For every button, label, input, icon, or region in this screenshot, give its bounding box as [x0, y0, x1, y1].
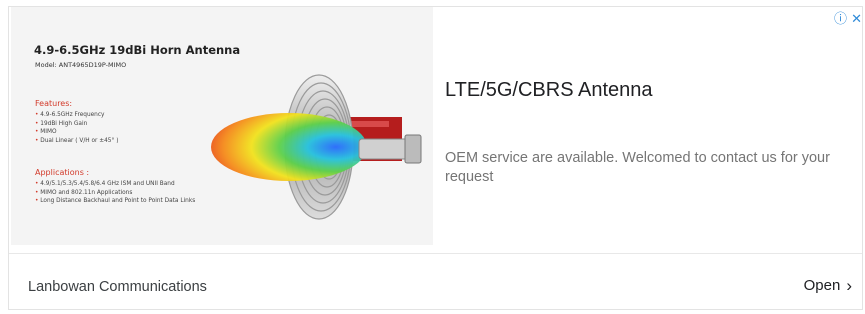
ad-image[interactable]: 4.9-6.5GHz 19dBi Horn Antenna Model: ANT…	[11, 7, 433, 245]
ad-headline[interactable]: LTE/5G/CBRS Antenna	[445, 79, 653, 102]
advertiser-name[interactable]: Lanbowan Communications	[28, 279, 207, 295]
chevron-right-icon: ›	[846, 276, 852, 295]
feature-item: MIMO	[35, 128, 119, 137]
open-button[interactable]: Open ›	[804, 277, 852, 294]
ad-description: OEM service are available. Welcomed to c…	[445, 150, 830, 185]
applications-list: 4.9/5.1/5.3/5.4/5.8/6.4 GHz ISM and UNII…	[35, 180, 195, 206]
application-item: Long Distance Backhaul and Point to Poin…	[35, 197, 195, 206]
creative-model: Model: ANT4965D19P-MIMO	[35, 61, 127, 69]
horn-antenna-image	[211, 74, 422, 220]
adchoices-icon[interactable]: ⓘ ✕	[834, 8, 862, 27]
application-item: MIMO and 802.11n Applications	[35, 189, 195, 198]
feature-item: Dual Linear ( V/H or ±45° )	[35, 137, 118, 146]
creative-title: 4.9-6.5GHz 19dBi Horn Antenna	[34, 43, 241, 57]
features-heading: Features:	[35, 99, 73, 108]
open-button-label: Open	[803, 277, 841, 294]
divider	[9, 253, 862, 254]
ad-card[interactable]: ⓘ ✕ 4.9-6.5GHz 19dBi Horn Antenna Model:…	[8, 6, 863, 310]
features-list: 4.9-6.5GHz Frequency 19dBi High Gain MIM…	[35, 111, 119, 146]
feature-item: 19dBi High Gain	[35, 120, 119, 129]
applications-heading: Applications :	[35, 168, 90, 177]
feature-item: 4.9-6.5GHz Frequency	[35, 111, 119, 120]
application-item: 4.9/5.1/5.3/5.4/5.8/6.4 GHz ISM and UNII…	[35, 180, 195, 189]
